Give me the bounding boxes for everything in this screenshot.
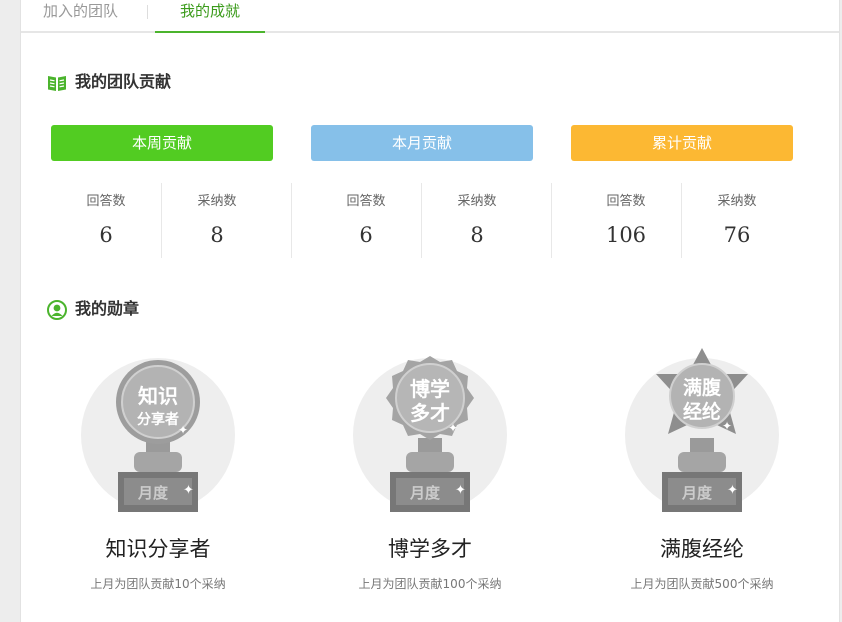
emblem-line1: 知识 xyxy=(138,384,178,408)
monthly-contribution-button[interactable]: 本月贡献 xyxy=(311,125,533,161)
sparkle-icon: ✦ xyxy=(722,419,732,433)
total-answers-stat: 回答数 106 xyxy=(571,183,681,258)
weekly-contribution-button[interactable]: 本周贡献 xyxy=(51,125,273,161)
sparkle-icon: ✦ xyxy=(183,483,194,498)
stat-label: 采纳数 xyxy=(457,194,497,209)
team-panel: 加入的团队 我的成就 我的团队贡献 本周贡献 本月贡献 累计贡献 回答数 6 采… xyxy=(20,0,840,622)
sparkle-icon: ✦ xyxy=(727,483,738,498)
emblem-line1: 满腹 xyxy=(683,376,722,399)
trophy-icon: 知识 分享者 月度 ✦ ✦ xyxy=(81,358,235,512)
stat-label: 采纳数 xyxy=(717,194,757,209)
trophy-icon: 博学 多才 月度 ✦ ✦ xyxy=(353,356,507,512)
medal-erudite[interactable]: 博学 多才 月度 ✦ ✦ 博学多才 上月为团队贡献100个采纳 xyxy=(330,340,530,600)
weekly-adopted-stat: 采纳数 8 xyxy=(162,183,272,258)
base-text: 月度 xyxy=(681,484,713,502)
emblem-line2: 经纶 xyxy=(683,400,721,423)
stat-label: 采纳数 xyxy=(197,194,237,209)
trophy-icon: 满腹 经纶 月度 ✦ ✦ xyxy=(625,348,779,512)
sparkle-icon: ✦ xyxy=(178,423,188,437)
sparkle-icon: ✦ xyxy=(455,483,466,498)
medals-section-title: 我的勋章 xyxy=(47,298,247,322)
total-adopted-stat: 采纳数 76 xyxy=(682,183,792,258)
monthly-answers-stat: 回答数 6 xyxy=(311,183,421,258)
stat-label: 回答数 xyxy=(86,194,126,209)
weekly-answers-stat: 回答数 6 xyxy=(51,183,161,258)
stat-value: 106 xyxy=(605,223,647,247)
section-title-text: 我的团队贡献 xyxy=(75,72,172,91)
stat-value: 6 xyxy=(359,223,373,247)
book-icon xyxy=(48,76,66,91)
medal-name: 知识分享者 xyxy=(105,537,211,561)
sparkle-icon: ✦ xyxy=(448,421,458,435)
total-contribution-button[interactable]: 累计贡献 xyxy=(571,125,793,161)
user-badge-icon xyxy=(47,300,67,320)
tab-divider xyxy=(147,5,148,19)
tab-bar: 加入的团队 我的成就 xyxy=(21,0,839,33)
medal-name: 博学多才 xyxy=(388,537,472,561)
medal-knowledge-sharer[interactable]: 知识 分享者 月度 ✦ ✦ 知识分享者 上月为团队贡献10个采纳 xyxy=(58,340,258,600)
emblem-line1: 博学 xyxy=(410,377,450,401)
emblem-line2: 分享者 xyxy=(137,411,179,428)
group-divider xyxy=(291,183,292,258)
monthly-adopted-stat: 采纳数 8 xyxy=(422,183,532,258)
medal-learned[interactable]: 满腹 经纶 月度 ✦ ✦ 满腹经纶 上月为团队贡献500个采纳 xyxy=(602,340,802,600)
stat-value: 8 xyxy=(210,223,224,247)
tab-my-achievements[interactable]: 我的成就 xyxy=(155,0,265,33)
section-title-text: 我的勋章 xyxy=(75,299,140,318)
base-text: 月度 xyxy=(409,484,441,502)
medal-description: 上月为团队贡献100个采纳 xyxy=(358,577,502,591)
medal-description: 上月为团队贡献500个采纳 xyxy=(630,577,774,591)
tab-joined-team[interactable]: 加入的团队 xyxy=(43,0,118,22)
stat-value: 76 xyxy=(723,223,751,247)
medal-description: 上月为团队贡献10个采纳 xyxy=(90,577,226,591)
medal-name: 满腹经纶 xyxy=(660,537,744,561)
group-divider xyxy=(551,183,552,258)
emblem-line2: 多才 xyxy=(410,401,450,425)
contribution-section-title: 我的团队贡献 xyxy=(47,71,247,95)
stat-value: 8 xyxy=(470,223,484,247)
stat-label: 回答数 xyxy=(606,194,646,209)
stat-label: 回答数 xyxy=(346,194,386,209)
base-text: 月度 xyxy=(137,484,169,502)
stat-value: 6 xyxy=(99,223,113,247)
